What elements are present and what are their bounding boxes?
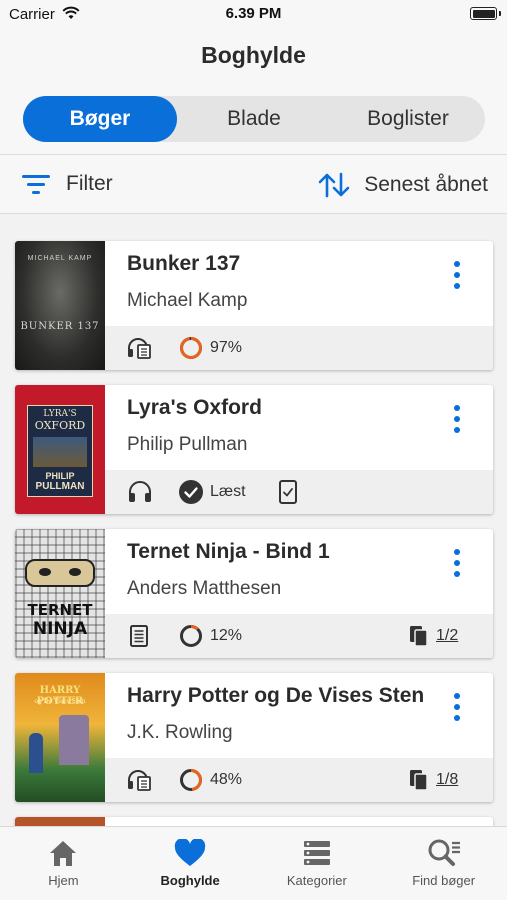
card-footer: 12% 1/2 [105,614,493,658]
search-icon [428,839,460,866]
cover-author-text: MICHAEL KAMP [27,255,93,262]
page-title: Boghylde [201,42,306,68]
categories-icon [303,841,330,865]
format-text [130,614,148,658]
cover-author-text: PULLMAN [35,481,85,492]
filter-label: Filter [66,172,113,195]
parts-indicator[interactable]: 1/2 [409,614,458,658]
progress-ring-icon [180,769,202,791]
card-footer: Læst [105,470,493,514]
card-footer: 97% [105,326,493,370]
more-options-button[interactable] [454,693,462,726]
more-options-button[interactable] [454,405,462,438]
book-author: J.K. Rowling [127,722,233,743]
progress-ring-icon [180,625,202,647]
segment-books[interactable]: Bøger [23,96,177,142]
battery-icon [470,7,497,20]
tab-find-books[interactable]: Find bøger [380,827,507,900]
filter-button[interactable]: Filter [22,172,113,196]
format-audio [127,470,153,514]
tab-bookshelf[interactable]: Boghylde [127,827,254,900]
cover-title-text: LYRA'S [43,409,77,419]
cover-title-text: BUNKER 137 [20,321,100,332]
parts-label: 1/8 [436,771,459,788]
book-title: Harry Potter og De Vises Sten [127,684,425,707]
status-bar: Carrier 6.39 PM [0,0,507,30]
read-status: Læst [179,470,246,514]
tab-bar: Hjem Boghylde Kategorier Find bøger [0,826,507,900]
status-label: Læst [210,483,246,500]
progress-indicator: 12% [179,614,242,658]
book-cover: HARRY POTTER og De Vises Sten [15,673,105,802]
progress-label: 12% [210,627,243,644]
sort-icon [318,172,350,198]
clock: 6.39 PM [225,5,282,22]
progress-ring-icon [180,337,202,359]
cover-title-text: TERNET [27,601,93,619]
filter-icon [22,175,50,194]
heart-icon [174,839,206,866]
book-card[interactable]: MICHAEL KAMP BUNKER 137 Bunker 137 Micha… [15,241,493,370]
cover-title-text: NINJA [32,619,88,639]
segment-booklists[interactable]: Boglister [331,96,485,142]
segment-magazines[interactable]: Blade [177,96,331,142]
device-check-icon [279,480,297,504]
tab-categories[interactable]: Kategorier [254,827,381,900]
headphones-icon [129,481,151,502]
cover-subtitle-text: og De Vises Sten [34,698,86,705]
header: Boghylde Bøger Blade Boglister [0,30,507,154]
format-audio-text [127,326,153,370]
book-cover: TERNET NINJA [15,529,105,658]
progress-label: 48% [210,771,243,788]
book-author: Michael Kamp [127,290,248,311]
cover-title-text: OXFORD [34,419,86,432]
book-author: Anders Matthesen [127,578,282,599]
tab-label: Hjem [48,873,79,888]
book-cover: MICHAEL KAMP BUNKER 137 [15,241,105,370]
ninja-mask [25,559,95,587]
audio-text-icon [128,338,151,359]
segmented-control: Bøger Blade Boglister [23,96,485,142]
tab-home[interactable]: Hjem [0,827,127,900]
multiple-volumes-icon [410,770,428,791]
home-icon [50,841,77,866]
book-list: MICHAEL KAMP BUNKER 137 Bunker 137 Micha… [15,241,493,852]
book-card[interactable]: TERNET NINJA Ternet Ninja - Bind 1 Ander… [15,529,493,658]
parts-indicator[interactable]: 1/8 [409,758,458,802]
book-author: Philip Pullman [127,434,248,455]
ebook-icon [130,625,148,647]
more-options-button[interactable] [454,549,462,582]
progress-label: 97% [210,339,243,356]
book-card[interactable]: HARRY POTTER og De Vises Sten Harry Pott… [15,673,493,802]
format-audio-text [127,758,153,802]
card-footer: 48% 1/8 [105,758,493,802]
toolbar: Filter Senest åbnet [0,154,507,214]
book-title: Ternet Ninja - Bind 1 [127,540,330,563]
book-card[interactable]: LYRA'S OXFORD PHILIP PULLMAN Lyra's Oxfo… [15,385,493,514]
parts-label: 1/2 [436,627,459,644]
tab-label: Boghylde [160,873,220,888]
tab-label: Kategorier [286,873,347,888]
audio-text-icon [128,770,151,791]
cover-author-text: PHILIP [45,471,75,481]
sort-label: Senest åbnet [364,173,488,196]
more-options-button[interactable] [454,261,462,294]
device-status [279,470,297,514]
book-title: Lyra's Oxford [127,396,262,419]
check-circle-icon [179,480,203,504]
book-title: Bunker 137 [127,252,241,275]
progress-arc [180,337,202,359]
sort-button[interactable]: Senest åbnet [318,172,488,198]
progress-indicator: 48% [179,758,242,802]
progress-indicator: 97% [179,326,242,370]
tab-label: Find bøger [412,873,476,888]
multiple-volumes-icon [410,626,428,647]
book-cover: LYRA'S OXFORD PHILIP PULLMAN [15,385,105,514]
